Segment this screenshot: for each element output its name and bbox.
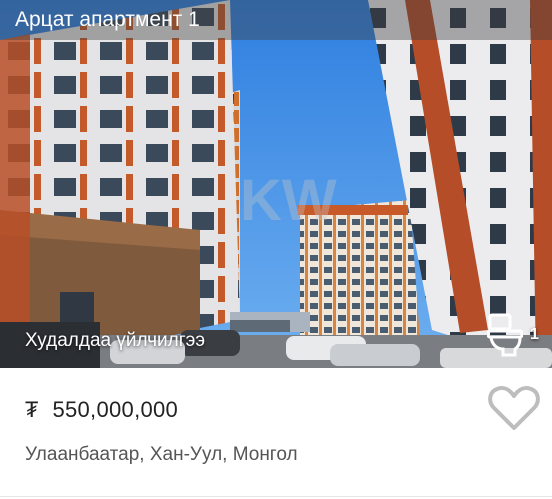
category-label: Худалдаа үйлчилгээ — [25, 330, 206, 351]
toilet-icon — [487, 313, 523, 357]
price: 550,000,000 — [52, 397, 179, 422]
building-photo-illustration: KW — [0, 0, 552, 368]
location-text: Улаанбаатар, Хан-Уул, Монгол — [25, 444, 298, 465]
listing-title[interactable]: Арцат апартмент 1 — [15, 8, 200, 32]
tugrik-icon: ₮ — [25, 397, 39, 422]
price-row: ₮ 550,000,000 — [25, 397, 178, 423]
card-divider — [0, 496, 552, 497]
toilet-count: 1 — [530, 326, 539, 343]
heart-outline-icon[interactable] — [487, 384, 541, 432]
svg-text:KW: KW — [240, 168, 337, 233]
listing-card[interactable]: KW Арцат апартмент 1 Худалдаа үйлчилгээ … — [0, 0, 552, 499]
listing-photo[interactable]: KW — [0, 0, 552, 368]
